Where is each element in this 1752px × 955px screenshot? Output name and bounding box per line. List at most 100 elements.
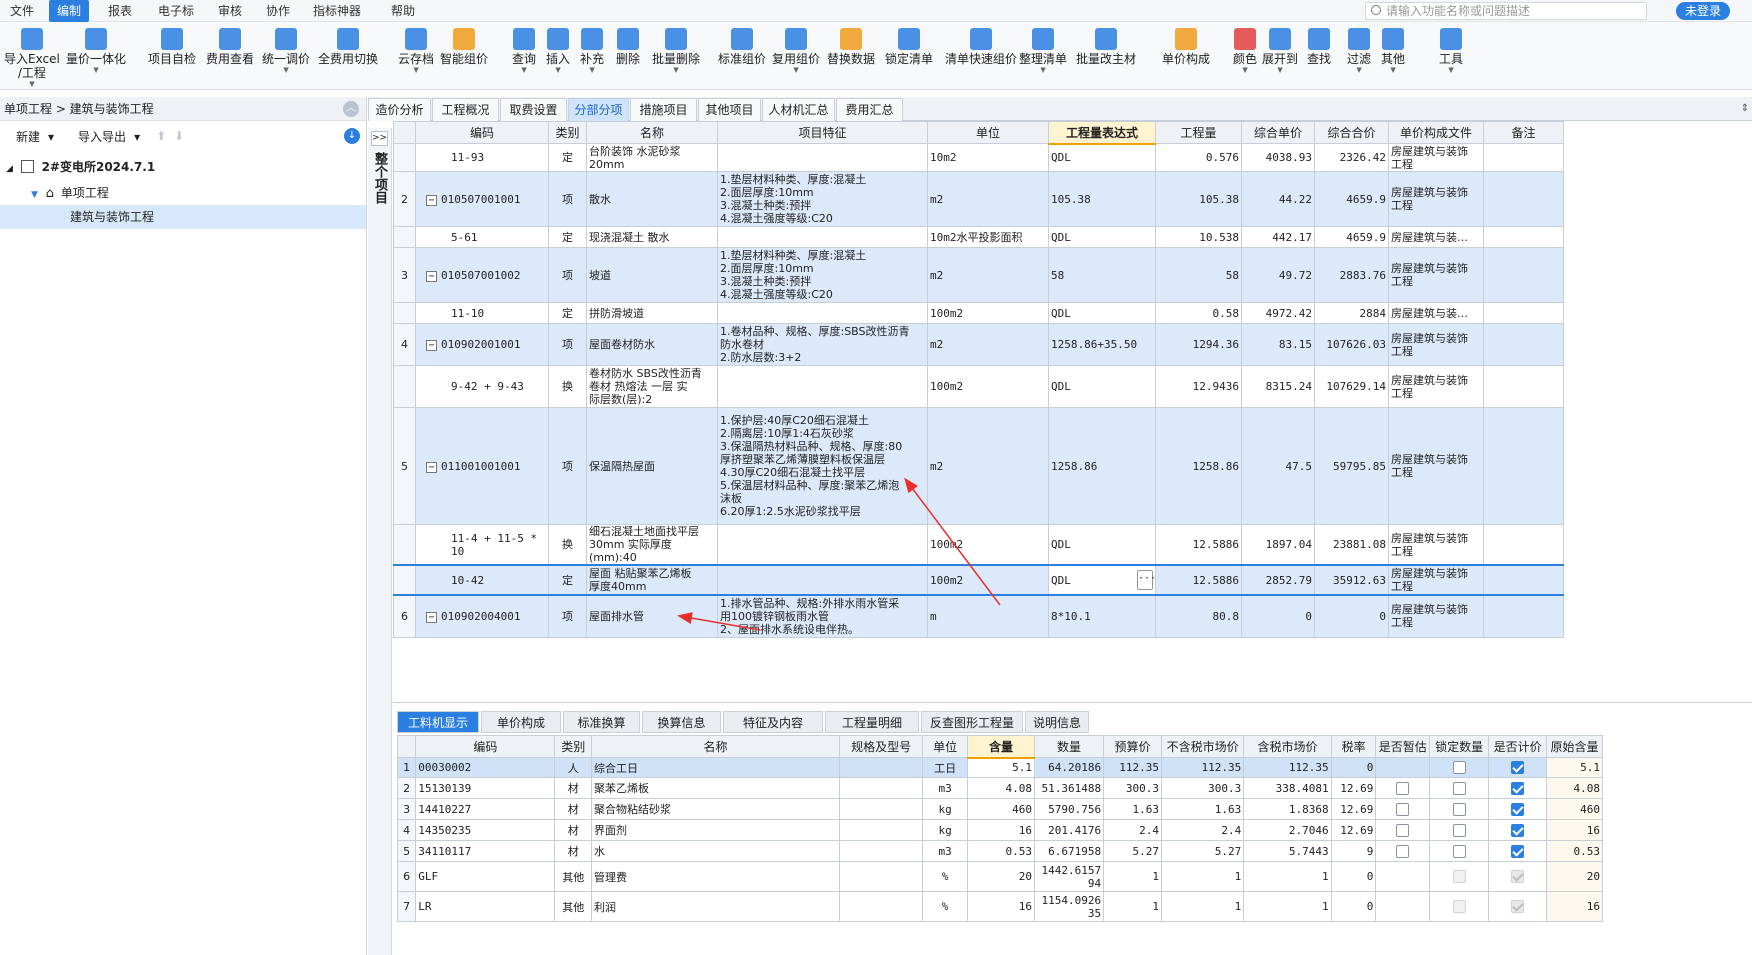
tax-rate-cell[interactable]: 0 <box>1330 757 1377 778</box>
tax-rate-cell[interactable]: 12.69 <box>1330 798 1377 820</box>
resource-name-cell[interactable]: 水 <box>591 840 840 862</box>
original-content-cell[interactable]: 20 <box>1546 861 1603 892</box>
total-price-cell[interactable]: 4659.9 <box>1314 171 1389 227</box>
collapse-icon[interactable]: − <box>426 461 437 473</box>
total-price-cell[interactable]: 2326.42 <box>1314 143 1389 172</box>
quantity-expression-cell[interactable]: 58 <box>1048 247 1156 303</box>
tool-find-button[interactable]: 查找 <box>1307 26 1331 88</box>
resource-code-cell[interactable]: GLF <box>415 861 556 892</box>
checked-checkbox-icon[interactable] <box>1511 870 1525 884</box>
tool-tools-button[interactable]: 工具 ▼ <box>1439 26 1463 88</box>
unit-cell[interactable]: % <box>922 891 968 922</box>
menu-7[interactable]: 帮助 <box>383 0 423 22</box>
resource-row[interactable]: 1 00030002 人综合工日 工日 5.1 64.20186 112.35 112.35 1… <box>396 757 1603 778</box>
price-file-cell[interactable]: 房屋建筑与装饰 工程 <box>1388 564 1484 596</box>
price-file-cell[interactable]: 房屋建筑与装… <box>1388 226 1484 248</box>
quantity-cell[interactable]: 0.58 <box>1155 302 1242 324</box>
bill-item-row[interactable]: 3−010507001002 项坡道 1.垫层材料种类、厚度:混凝土 2.面层厚度:… <box>393 247 1564 303</box>
checkbox-icon[interactable] <box>1396 802 1410 816</box>
checkbox-icon[interactable] <box>1452 823 1466 837</box>
tax-rate-cell[interactable]: 0 <box>1330 861 1377 892</box>
tool-unified-price-button[interactable]: 统一调价 ▼ <box>262 26 310 88</box>
feature-cell[interactable]: 1.垫层材料种类、厚度:混凝土 2.面层厚度:10mm 3.混凝土种类:预拌 4… <box>717 171 928 227</box>
price-file-cell[interactable]: 房屋建筑与装饰 工程 <box>1388 594 1484 638</box>
quantity-expression-cell[interactable]: 105.38 <box>1048 171 1156 227</box>
tool-fee-view-button[interactable]: 费用查看 <box>206 26 254 88</box>
type-cell[interactable]: 定 <box>548 143 587 172</box>
type-cell[interactable]: 项 <box>548 247 587 303</box>
unit-cell[interactable]: m2 <box>927 171 1049 227</box>
tab-7[interactable]: 费用汇总 <box>836 98 903 121</box>
expand-arrow-icon[interactable]: ▼ <box>31 190 38 200</box>
tool-reuse-pricing-button[interactable]: 复用组价 ▼ <box>772 26 820 88</box>
quantity-expression-cell[interactable]: QDL <box>1048 524 1156 566</box>
resource-name-cell[interactable]: 界面剂 <box>591 819 840 841</box>
detail-tab-6[interactable]: 反查图形工程量 <box>921 711 1023 733</box>
type-cell[interactable]: 换 <box>548 524 587 566</box>
market-price-in-tax-cell[interactable]: 1 <box>1243 891 1332 922</box>
market-price-in-tax-cell[interactable]: 2.7046 <box>1243 819 1332 841</box>
name-cell[interactable]: 现浇混凝土 散水 <box>586 226 718 248</box>
resource-code-cell[interactable]: LR <box>415 891 556 922</box>
detail-col-header-11[interactable]: 税率 <box>1330 735 1377 758</box>
move-down-icon[interactable]: ⬇ <box>174 129 192 143</box>
name-cell[interactable]: 细石混凝土地面找平层 30mm 实际厚度(mm):40 <box>586 524 718 566</box>
col-header-3[interactable]: 名称 <box>586 121 718 144</box>
original-content-cell[interactable]: 16 <box>1546 819 1603 841</box>
checkbox-icon[interactable] <box>1452 802 1466 816</box>
quantity-expression-cell[interactable]: 8*10.1 <box>1048 594 1156 638</box>
code-cell[interactable]: −010507001001 <box>415 171 549 227</box>
tree-node-building-decoration[interactable]: 建筑与装饰工程 <box>0 205 366 229</box>
menu-0[interactable]: 文件 <box>2 0 42 22</box>
collapse-panel-icon[interactable]: ︿ <box>343 101 359 117</box>
quantity-cell[interactable]: 105.38 <box>1155 171 1242 227</box>
quantity-cell[interactable]: 12.9436 <box>1155 365 1242 408</box>
detail-tab-1[interactable]: 单价构成 <box>481 711 561 733</box>
price-file-cell[interactable]: 房屋建筑与装饰 工程 <box>1388 143 1484 172</box>
expand-chevron-icon[interactable]: >> <box>371 131 388 146</box>
col-header-4[interactable]: 项目特征 <box>717 121 928 144</box>
market-price-ex-tax-cell[interactable]: 5.27 <box>1160 840 1245 862</box>
detail-tab-4[interactable]: 特征及内容 <box>723 711 823 733</box>
checkbox-icon[interactable] <box>1452 870 1466 884</box>
quota-row[interactable]: 11-93 定台阶装饰 水泥砂浆 20mm 10m2 QDL 0.576 4038.93 2… <box>393 143 1564 172</box>
quota-row[interactable]: 10-42 定屋面 粘贴聚苯乙烯板 厚度40mm 100m2 QDL ··· 12.588… <box>393 564 1564 596</box>
resource-row[interactable]: 5 34110117 材水 m3 0.53 6.671958 5.27 5.27 5.7443 9… <box>396 840 1603 862</box>
type-cell[interactable]: 项 <box>548 594 587 638</box>
feature-cell[interactable] <box>717 143 928 172</box>
tool-quick-pricing-button[interactable]: 清单快速组价 <box>945 26 1017 88</box>
quota-row[interactable]: 5-61 定现浇混凝土 散水 10m2水平投影面积 QDL 10.538 442.17 46… <box>393 226 1564 248</box>
budget-price-cell[interactable]: 112.35 <box>1103 757 1162 778</box>
expand-arrow-icon[interactable]: ◢ <box>6 164 13 174</box>
content-cell[interactable]: 20 <box>966 861 1036 892</box>
resource-row[interactable]: 7 LR 其他 利润% 16 1154.0926 35 1 1 1 0 16 <box>396 891 1603 922</box>
type-cell[interactable]: 项 <box>548 171 587 227</box>
unit-cell[interactable]: m2 <box>927 407 1049 525</box>
download-icon[interactable]: ↓ <box>344 128 360 144</box>
market-price-in-tax-cell[interactable]: 112.35 <box>1243 757 1332 778</box>
unit-price-cell[interactable]: 44.22 <box>1241 171 1315 227</box>
type-cell[interactable]: 定 <box>548 302 587 324</box>
detail-col-header-2[interactable]: 类别 <box>554 735 593 758</box>
market-price-in-tax-cell[interactable]: 5.7443 <box>1243 840 1332 862</box>
tax-rate-cell[interactable]: 9 <box>1330 840 1377 862</box>
unit-price-cell[interactable]: 47.5 <box>1241 407 1315 525</box>
quantity-expression-cell[interactable]: QDL <box>1048 302 1156 324</box>
unit-price-cell[interactable]: 83.15 <box>1241 323 1315 366</box>
remark-cell[interactable] <box>1483 365 1564 408</box>
menu-6[interactable]: 指标神器 <box>305 0 369 22</box>
market-price-ex-tax-cell[interactable]: 1.63 <box>1160 798 1245 820</box>
new-button[interactable]: 新建 ▾ <box>0 128 62 145</box>
detail-col-header-13[interactable]: 锁定数量 <box>1429 735 1490 758</box>
tree-node-project[interactable]: ◢ 2#变电所2024.7.1 <box>0 155 366 179</box>
detail-tab-2[interactable]: 标准换算 <box>563 711 640 733</box>
checked-checkbox-icon[interactable] <box>1511 802 1525 816</box>
feature-cell[interactable]: 1.保护层:40厚C20细石混凝土 2.隔离层:10厚1:4石灰砂浆 3.保温隔… <box>717 407 928 525</box>
col-header-10[interactable]: 单价构成文件 <box>1388 121 1484 144</box>
tool-replace-data-button[interactable]: 替换数据 <box>827 26 875 88</box>
market-price-ex-tax-cell[interactable]: 300.3 <box>1160 777 1245 799</box>
resource-type-cell[interactable]: 材 <box>554 840 593 862</box>
quota-row[interactable]: 11-4 + 11-5 * 10 换细石混凝土地面找平层 30mm 实际厚度(mm… <box>393 524 1564 566</box>
quantity-cell[interactable]: 12.5886 <box>1155 524 1242 566</box>
total-price-cell[interactable]: 107629.14 <box>1314 365 1389 408</box>
